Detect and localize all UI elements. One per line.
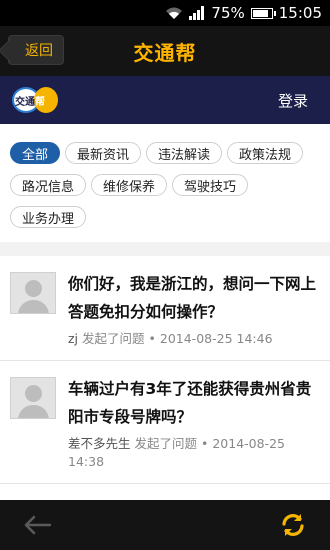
battery-percent: 75% [211, 4, 245, 22]
question-body: 你们好，我是浙江的，想问一下网上答题免扣分如何操作？ zj 发起了问题 • 201… [68, 270, 320, 348]
question-user: 差不多先生 [68, 436, 131, 451]
bottom-bar [0, 500, 330, 550]
category-tag[interactable]: 路况信息 [10, 174, 87, 196]
question-list: 你们好，我是浙江的，想问一下网上答题免扣分如何操作？ zj 发起了问题 • 201… [0, 256, 330, 484]
question-title: 车辆过户有3年了还能获得贵州省贵阳市专段号牌吗？ [68, 380, 312, 426]
category-tag[interactable]: 业务办理 [10, 206, 87, 228]
app-logo: 交通 帮 [12, 87, 58, 113]
question-meta: zj 发起了问题 • 2014-08-25 14:46 [68, 330, 320, 348]
avatar-body [18, 405, 49, 418]
battery-fill [252, 9, 268, 17]
avatar-head [25, 385, 42, 402]
login-link[interactable]: 登录 [278, 90, 308, 111]
section-divider [0, 242, 330, 256]
meta-separator: • [144, 331, 160, 346]
brand-bar: 交通 帮 登录 [0, 76, 330, 124]
status-bar: 75% 15:05 [0, 0, 330, 26]
app-root: 75% 15:05 返回 交通帮 交通 帮 登录 全部 最新资讯 违法解读 政策法规路… [0, 0, 330, 550]
question-item[interactable]: 车辆过户有3年了还能获得贵州省贵阳市专段号牌吗？ 差不多先生 发起了问题 • 20… [0, 361, 330, 484]
category-tag[interactable]: 维修保养 [91, 174, 168, 196]
avatar [10, 377, 56, 419]
logo-text-left: 交通 [15, 96, 35, 108]
logo-text-right: 帮 [35, 96, 45, 108]
question-title: 你们好，我是浙江的，想问一下网上答题免扣分如何操作？ [68, 275, 317, 321]
clock: 15:05 [278, 4, 322, 22]
app-title: 交通帮 [133, 40, 197, 65]
question-meta: 差不多先生 发起了问题 • 2014-08-25 14:38 [68, 435, 320, 471]
question-item[interactable]: 你们好，我是浙江的，想问一下网上答题免扣分如何操作？ zj 发起了问题 • 201… [0, 256, 330, 361]
category-tag[interactable]: 政策法规 [227, 142, 304, 164]
back-button-label: 返回 [25, 43, 53, 59]
main-content: 全部 最新资讯 违法解读 政策法规路况信息 维修保养 驾驶技巧业务办理 你们好，我是浙江的… [0, 124, 330, 500]
avatar [10, 272, 56, 314]
category-tag[interactable]: 全部 [10, 142, 61, 164]
category-tags: 全部 最新资讯 违法解读 政策法规路况信息 维修保养 驾驶技巧业务办理 [0, 124, 330, 238]
category-tag[interactable]: 驾驶技巧 [172, 174, 249, 196]
question-action: 发起了问题 [82, 331, 145, 346]
category-tag[interactable]: 违法解读 [146, 142, 223, 164]
back-button[interactable]: 返回 [8, 35, 64, 65]
avatar-head [25, 280, 42, 297]
question-action: 发起了问题 [134, 436, 198, 451]
signal-icon [189, 6, 205, 20]
battery-icon [250, 7, 276, 19]
refresh-icon[interactable] [278, 510, 308, 540]
app-bar: 返回 交通帮 [0, 26, 330, 76]
arrow-left-icon[interactable] [22, 510, 52, 540]
question-user: zj [68, 331, 79, 346]
question-time: 2014-08-25 14:46 [159, 331, 273, 346]
avatar-body [18, 300, 49, 313]
question-body: 车辆过户有3年了还能获得贵州省贵阳市专段号牌吗？ 差不多先生 发起了问题 • 20… [68, 375, 320, 471]
category-tag[interactable]: 最新资讯 [65, 142, 142, 164]
meta-separator: • [197, 436, 213, 451]
wifi-icon [165, 6, 183, 20]
